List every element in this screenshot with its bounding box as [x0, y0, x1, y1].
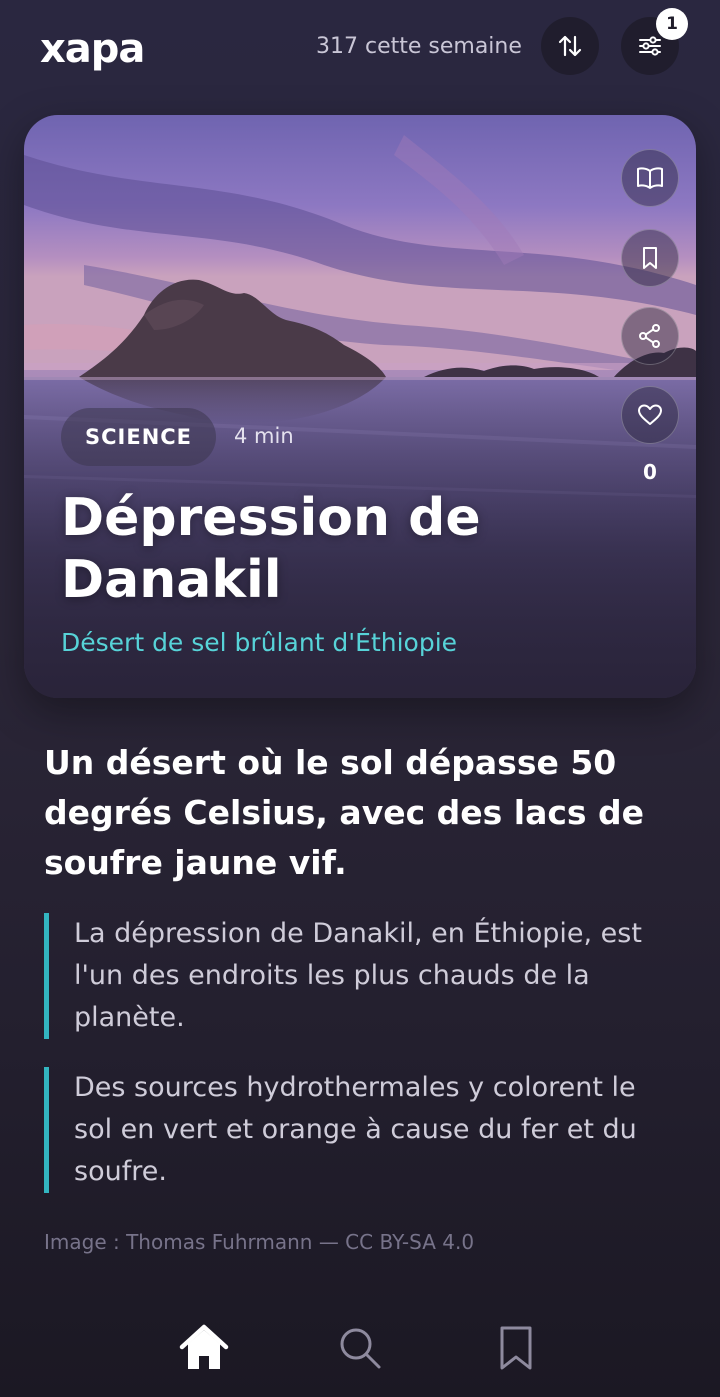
nav-saved[interactable] — [488, 1320, 544, 1376]
filter-count-badge: 1 — [656, 8, 688, 40]
fact-quote: La dépression de Danakil, en Éthiopie, e… — [44, 913, 680, 1039]
app-logo: xapa — [40, 26, 145, 72]
article-title: Dépression de Danakil — [61, 488, 481, 610]
article-subtitle: Désert de sel brûlant d'Éthiopie — [61, 628, 458, 657]
heart-icon — [636, 401, 664, 429]
weekly-count: 317 cette semaine — [316, 34, 522, 59]
bookmark-button[interactable] — [621, 229, 679, 287]
fact-quote: Des sources hydrothermales y colorent le… — [44, 1067, 680, 1193]
share-button[interactable] — [621, 307, 679, 365]
share-icon — [636, 322, 664, 350]
bookmark-icon — [496, 1324, 536, 1372]
like-button[interactable] — [621, 386, 679, 444]
sort-button[interactable] — [541, 17, 599, 75]
read-button[interactable] — [621, 149, 679, 207]
book-open-icon — [635, 163, 665, 193]
category-chip[interactable]: SCIENCE — [61, 408, 217, 466]
sort-arrows-icon — [555, 31, 585, 61]
article-card[interactable]: 0 SCIENCE 4 min Dépression de Danakil Dé… — [24, 115, 696, 698]
read-time: 4 min — [234, 424, 294, 448]
search-icon — [337, 1325, 383, 1371]
home-icon — [178, 1323, 230, 1373]
nav-search[interactable] — [332, 1320, 388, 1376]
article-lead: Un désert où le sol dépasse 50 degrés Ce… — [44, 743, 645, 882]
like-count: 0 — [643, 460, 657, 484]
sliders-icon — [636, 32, 664, 60]
bookmark-icon — [636, 244, 664, 272]
nav-home[interactable] — [176, 1320, 232, 1376]
bottom-nav — [0, 1290, 720, 1397]
image-credit: Image : Thomas Fuhrmann — CC BY-SA 4.0 — [44, 1230, 475, 1254]
